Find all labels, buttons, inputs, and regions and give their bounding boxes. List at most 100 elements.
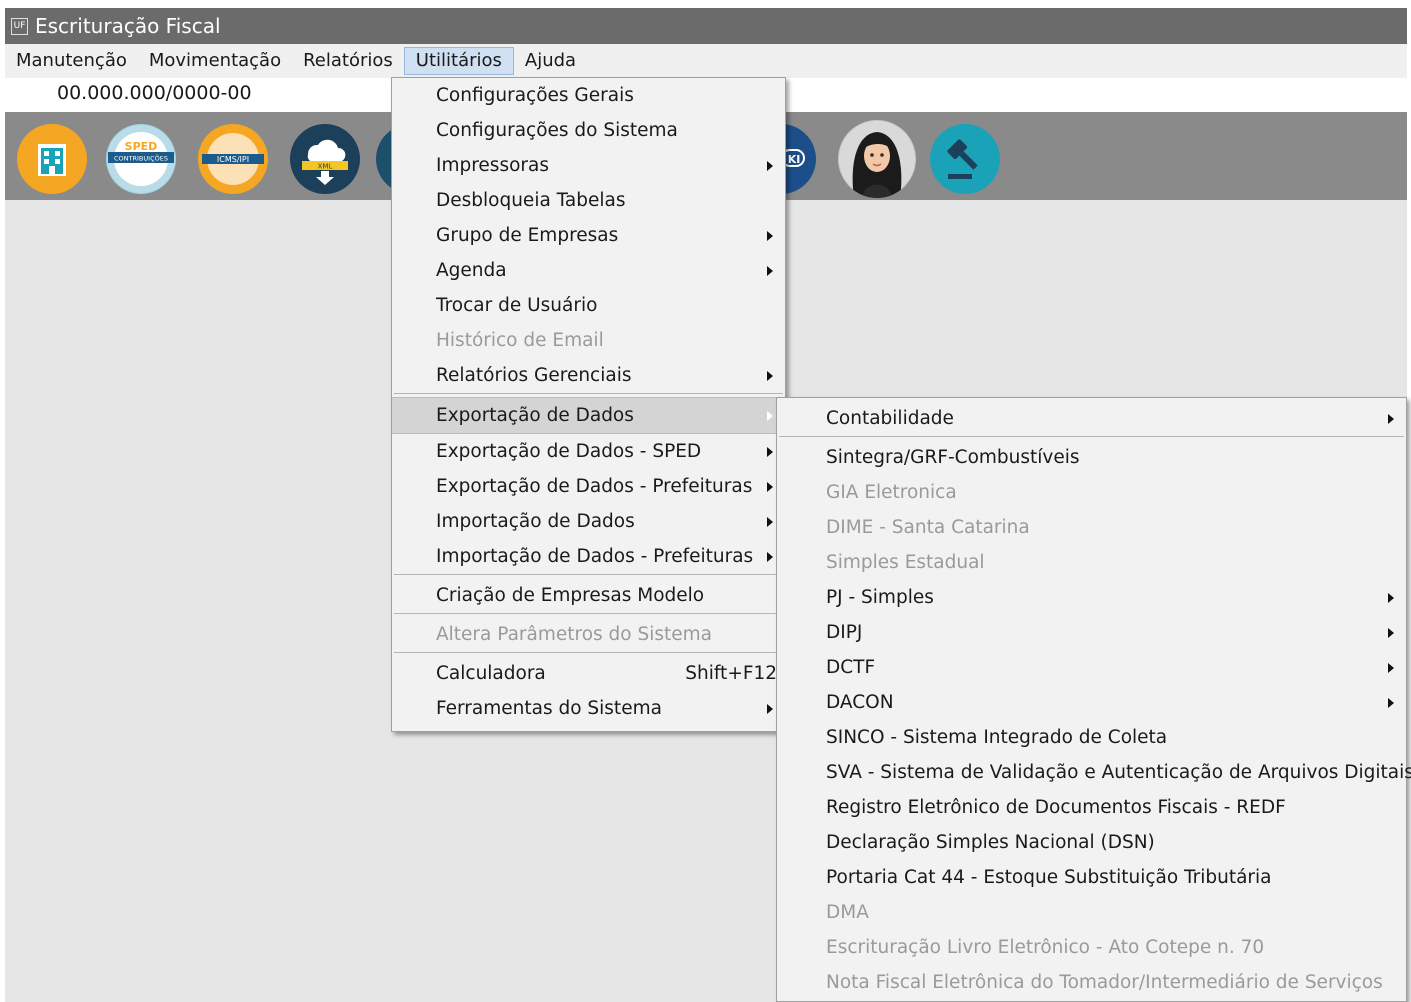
submenu-item-pj-simples[interactable]: PJ - Simples xyxy=(777,580,1406,615)
window-title: Escrituração Fiscal xyxy=(35,14,221,38)
menu-item-label: Simples Estadual xyxy=(826,552,985,573)
menu-item-label: Criação de Empresas Modelo xyxy=(436,585,705,606)
menu-item-label: SINCO - Sistema Integrado de Coleta xyxy=(826,727,1168,748)
menu-utilitarios[interactable]: Utilitários xyxy=(403,47,514,75)
menu-manutencao[interactable]: Manutenção xyxy=(5,47,138,75)
menu-item-label: Exportação de Dados - Prefeituras xyxy=(436,476,753,497)
submenu-item-redf[interactable]: Registro Eletrônico de Documentos Fiscai… xyxy=(777,790,1406,825)
menu-item-label: DIPJ xyxy=(826,622,863,643)
menu-item-label: Declaração Simples Nacional (DSN) xyxy=(826,832,1155,853)
menu-ajuda[interactable]: Ajuda xyxy=(514,47,587,75)
submenu-arrow-icon xyxy=(767,552,773,562)
menu-item-label: Calculadora xyxy=(436,663,546,684)
submenu-arrow-icon xyxy=(767,371,773,381)
menu-item-configuracoes-sistema[interactable]: Configurações do Sistema xyxy=(392,113,785,148)
submenu-arrow-icon xyxy=(1388,698,1394,708)
xml-label: XML xyxy=(318,163,333,171)
menu-item-label: Escrituração Livro Eletrônico - Ato Cote… xyxy=(826,937,1265,958)
menu-item-configuracoes-gerais[interactable]: Configurações Gerais xyxy=(392,78,785,113)
menu-item-desbloqueia-tabelas[interactable]: Desbloqueia Tabelas xyxy=(392,183,785,218)
menu-item-label: Importação de Dados xyxy=(436,511,635,532)
menu-item-label: Exportação de Dados xyxy=(436,405,634,426)
menu-item-label: Importação de Dados - Prefeituras xyxy=(436,546,754,567)
menu-item-label: Agenda xyxy=(436,260,507,281)
submenu-item-sva[interactable]: SVA - Sistema de Validação e Autenticaçã… xyxy=(777,755,1411,790)
submenu-item-sinco[interactable]: SINCO - Sistema Integrado de Coleta xyxy=(777,720,1406,755)
menu-item-label: Sintegra/GRF-Combustíveis xyxy=(826,447,1080,468)
submenu-item-dsn[interactable]: Declaração Simples Nacional (DSN) xyxy=(777,825,1406,860)
menu-item-label: Impressoras xyxy=(436,155,549,176)
submenu-arrow-icon xyxy=(767,704,773,714)
menu-item-label: DCTF xyxy=(826,657,876,678)
submenu-item-dctf[interactable]: DCTF xyxy=(777,650,1406,685)
menu-item-label: DIME - Santa Catarina xyxy=(826,517,1030,538)
menu-item-historico-email: Histórico de Email xyxy=(392,323,785,358)
submenu-arrow-icon xyxy=(767,482,773,492)
icms-ipi-label: ICMS/IPI xyxy=(217,155,249,164)
submenu-arrow-icon xyxy=(1388,663,1394,673)
menu-item-label: DACON xyxy=(826,692,894,713)
menu-item-label: Desbloqueia Tabelas xyxy=(436,190,626,211)
submenu-item-dipj[interactable]: DIPJ xyxy=(777,615,1406,650)
assistant-avatar-icon[interactable] xyxy=(838,120,916,198)
submenu-item-livro-eletronico: Escrituração Livro Eletrônico - Ato Cote… xyxy=(777,930,1406,965)
submenu-item-nfe-tomador: Nota Fiscal Eletrônica do Tomador/Interm… xyxy=(777,965,1406,1000)
submenu-arrow-icon xyxy=(767,447,773,457)
menu-item-trocar-usuario[interactable]: Trocar de Usuário xyxy=(392,288,785,323)
submenu-item-contabilidade[interactable]: Contabilidade xyxy=(777,401,1406,436)
menu-item-altera-parametros: Altera Parâmetros do Sistema xyxy=(392,617,785,652)
menu-item-importacao-dados[interactable]: Importação de Dados xyxy=(392,504,785,539)
submenu-item-dma: DMA xyxy=(777,895,1406,930)
wiki-label: KI xyxy=(788,153,801,166)
menu-item-label: Altera Parâmetros do Sistema xyxy=(436,624,713,645)
menu-item-label: Registro Eletrônico de Documentos Fiscai… xyxy=(826,797,1286,818)
menu-movimentacao[interactable]: Movimentação xyxy=(138,47,292,75)
menu-item-label: Configurações do Sistema xyxy=(436,120,678,141)
sped-icms-ipi-icon[interactable]: ICMS/IPI xyxy=(198,124,268,194)
sped-contribuicoes-icon[interactable]: SPED CONTRIBUIÇÕES xyxy=(106,124,176,194)
company-cnpj: 00.000.000/0000-00 xyxy=(57,82,252,104)
menu-item-label: Histórico de Email xyxy=(436,330,604,351)
menu-item-label: DMA xyxy=(826,902,869,923)
submenu-arrow-icon xyxy=(1388,414,1394,424)
submenu-arrow-icon xyxy=(767,266,773,276)
building-glyph-icon xyxy=(18,125,86,193)
menu-item-label: Grupo de Empresas xyxy=(436,225,619,246)
menu-item-criacao-empresas-modelo[interactable]: Criação de Empresas Modelo xyxy=(392,578,785,613)
menu-item-label: SVA - Sistema de Validação e Autenticaçã… xyxy=(826,762,1411,783)
menu-item-ferramentas-sistema[interactable]: Ferramentas do Sistema xyxy=(392,691,785,726)
menu-item-exportacao-prefeituras[interactable]: Exportação de Dados - Prefeituras xyxy=(392,469,785,504)
menu-item-exportacao-dados[interactable]: Exportação de Dados xyxy=(392,397,785,434)
submenu-item-sintegra[interactable]: Sintegra/GRF-Combustíveis xyxy=(777,440,1406,475)
menu-item-calculadora[interactable]: Calculadora Shift+F12 xyxy=(392,656,785,691)
menu-item-agenda[interactable]: Agenda xyxy=(392,253,785,288)
submenu-item-simples-estadual: Simples Estadual xyxy=(777,545,1406,580)
submenu-item-dacon[interactable]: DACON xyxy=(777,685,1406,720)
xml-cloud-download-icon[interactable]: XML xyxy=(290,124,360,194)
menu-item-importacao-prefeituras[interactable]: Importação de Dados - Prefeituras xyxy=(392,539,785,574)
gavel-legislation-icon[interactable] xyxy=(930,124,1000,194)
sped-label: SPED xyxy=(125,140,158,153)
menu-item-label: Trocar de Usuário xyxy=(436,295,598,316)
menu-item-label: GIA Eletronica xyxy=(826,482,957,503)
app-logo-icon: UF xyxy=(11,17,28,35)
menu-item-label: Portaria Cat 44 - Estoque Substituição T… xyxy=(826,867,1272,888)
submenu-arrow-icon xyxy=(767,161,773,171)
submenu-arrow-icon xyxy=(1388,593,1394,603)
shortcut-label: Shift+F12 xyxy=(685,663,777,684)
menu-relatorios[interactable]: Relatórios xyxy=(292,47,404,75)
menu-item-label: PJ - Simples xyxy=(826,587,934,608)
menu-item-relatorios-gerenciais[interactable]: Relatórios Gerenciais xyxy=(392,358,785,393)
menu-item-exportacao-sped[interactable]: Exportação de Dados - SPED xyxy=(392,434,785,469)
submenu-item-gia-eletronica: GIA Eletronica xyxy=(777,475,1406,510)
submenu-item-dime: DIME - Santa Catarina xyxy=(777,510,1406,545)
submenu-arrow-icon xyxy=(767,411,773,421)
contribuicoes-label: CONTRIBUIÇÕES xyxy=(114,154,168,163)
menu-item-label: Exportação de Dados - SPED xyxy=(436,441,702,462)
company-building-icon[interactable] xyxy=(17,124,87,194)
menu-item-impressoras[interactable]: Impressoras xyxy=(392,148,785,183)
menu-item-label: Nota Fiscal Eletrônica do Tomador/Interm… xyxy=(826,972,1383,993)
menu-item-grupo-empresas[interactable]: Grupo de Empresas xyxy=(392,218,785,253)
submenu-item-portaria-cat44[interactable]: Portaria Cat 44 - Estoque Substituição T… xyxy=(777,860,1406,895)
menu-bar: Manutenção Movimentação Relatórios Utili… xyxy=(5,44,1407,78)
